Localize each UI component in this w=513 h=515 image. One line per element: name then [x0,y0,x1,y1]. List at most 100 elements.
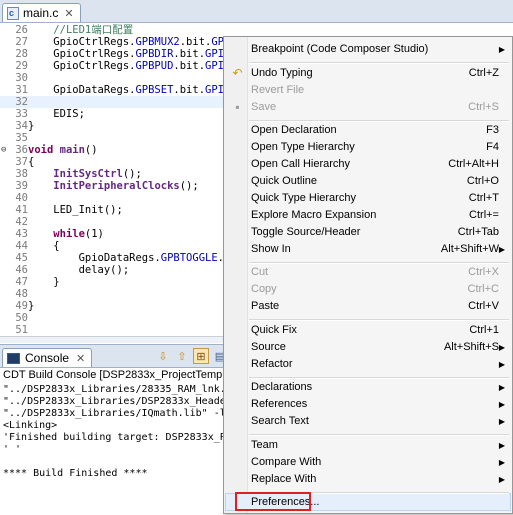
menu-item-open-declaration[interactable]: Open Declaration F3 [225,122,511,139]
menu-item-shortcut: Ctrl+Z [468,67,499,79]
menu-item-paste[interactable]: Paste Ctrl+V [225,298,511,315]
line-number: 30 [15,72,28,84]
line-number: 34 [15,120,28,132]
code-token: } [28,120,35,132]
code-text: { [28,240,59,252]
console-output[interactable]: "../DSP2833x_Libraries/28335_RAM_lnk.cmd… [3,384,244,480]
code-text: } [28,276,59,288]
code-text: //LED1端口配置 [28,24,133,36]
code-token: LED_Init(); [28,204,123,216]
code-token: .bit. [173,60,206,72]
menu-item-shortcut: Ctrl+= [469,209,499,221]
menu-item-refactor[interactable]: Refactor ▶ [225,356,511,373]
editor-tab-main-c[interactable]: c main.c ✕ [2,3,81,22]
code-text: LED_Init(); [28,204,123,216]
menu-separator [249,319,509,321]
submenu-arrow-icon: ▶ [498,245,505,254]
preferences-annotation-box [235,492,311,511]
scroll-up-icon[interactable]: ⇧ [174,348,190,364]
menu-item-open-type-hierarchy[interactable]: Open Type Hierarchy F4 [225,139,511,156]
menu-item-label: Replace With [251,473,317,485]
menu-item-save[interactable]: ▪ Save Ctrl+S [225,99,511,116]
code-text: } [28,120,34,132]
code-token: GpioCtrlRegs. [28,48,136,60]
menu-item-replace-with[interactable]: Replace With ▶ [225,471,511,488]
menu-item-label: References [251,398,308,410]
code-token: } [28,300,35,312]
line-number: 33 [15,108,28,120]
code-token: (1) [84,228,104,240]
menu-item-label: Compare With [251,456,322,468]
save-icon: ▪ [235,100,240,114]
menu-item-toggle-source-header[interactable]: Toggle Source/Header Ctrl+Tab [225,224,511,241]
menu-item-undo-typing[interactable]: ↶ Undo Typing Ctrl+Z [225,65,511,82]
menu-item-cut[interactable]: Cut Ctrl+X [225,264,511,281]
menu-item-label: Declarations [251,381,313,393]
menu-item-shortcut: F4 [486,141,499,153]
line-number: 42 [15,216,28,228]
submenu-arrow-icon: ▶ [498,417,505,426]
code-text: GpioDataRegs.GPBSET.bit.GPIO60=1 [28,84,255,96]
code-token: .bit. [179,36,212,48]
menu-item-quick-type-hierarchy[interactable]: Quick Type Hierarchy Ctrl+T [225,190,511,207]
submenu-arrow-icon: ▶ [498,45,505,54]
menu-item-show-in[interactable]: Show In Alt+Shift+W ▶ [225,241,511,258]
menu-item-label: Show In [251,243,291,255]
menu-item-explore-macro-expansion[interactable]: Explore Macro Expansion Ctrl+= [225,207,511,224]
line-number: 46 [15,264,28,276]
menu-item-label: Explore Macro Expansion [251,209,377,221]
menu-item-shortcut: Ctrl+T [468,192,499,204]
submenu-arrow-icon: ▶ [498,343,505,352]
menu-item-label: Paste [251,300,280,312]
scroll-down-icon[interactable]: ⇩ [155,348,171,364]
menu-item-label: Quick Type Hierarchy [251,192,356,204]
menu-item-revert-file[interactable]: Revert File [225,82,511,99]
menu-item-compare-with[interactable]: Compare With ▶ [225,454,511,471]
code-text: } [28,300,34,312]
context-menu: Breakpoint (Code Composer Studio) ▶ ↶ Undo … [223,36,513,514]
console-tab-label: Console [25,351,70,365]
code-token: GPBDIR [135,48,174,60]
code-token: .bit. [173,48,206,60]
menu-item-label: Quick Fix [251,324,297,336]
code-text: GpioCtrlRegs.GPBPUD.bit.GPIO60=0 [28,60,255,72]
menu-item-breakpoint-code-composer-studio[interactable]: Breakpoint (Code Composer Studio) ▶ [225,41,511,58]
menu-item-open-call-hierarchy[interactable]: Open Call Hierarchy Ctrl+Alt+H [225,156,511,173]
line-number: 38 [15,168,28,180]
code-text: InitSysCtrl(); [28,168,142,180]
fold-toggle-icon[interactable]: ⊖ [1,144,11,156]
line-number: 29 [15,60,28,72]
submenu-arrow-icon: ▶ [498,400,505,409]
code-text: GpioCtrlRegs.GPBDIR.bit.GPIO60=1 [28,48,255,60]
menu-item-copy[interactable]: Copy Ctrl+C [225,281,511,298]
code-token: GpioDataRegs. [28,84,136,96]
pin-console-icon[interactable]: ⊞ [193,348,209,364]
code-text: GpioDataRegs.GPBTOGGLE.bit.G [28,252,256,264]
menu-item-shortcut: F3 [486,124,499,136]
code-line[interactable]: 26 //LED1端口配置 [0,24,513,36]
console-line: "../DSP2833x_Libraries/28335_RAM_lnk.cmd [3,384,244,395]
menu-item-references[interactable]: References ▶ [225,396,511,413]
menu-item-label: Copy [251,283,277,295]
line-number: 36 [15,144,28,156]
code-token: GPBSET [135,84,174,96]
line-number: 28 [15,48,28,60]
tab-console[interactable]: Console ✕ [2,348,93,367]
menu-item-shortcut: Ctrl+X [468,266,499,278]
code-token: (); [122,168,142,180]
menu-item-shortcut: Ctrl+O [466,175,499,187]
editor-tab-label: main.c [23,6,59,20]
console-line: **** Build Finished **** [3,468,148,479]
menu-item-quick-outline[interactable]: Quick Outline Ctrl+O [225,173,511,190]
console-line: <Linking> [3,420,58,431]
close-icon[interactable]: ✕ [64,7,73,20]
menu-item-quick-fix[interactable]: Quick Fix Ctrl+1 [225,322,511,339]
menu-item-team[interactable]: Team ▶ [225,437,511,454]
menu-item-declarations[interactable]: Declarations ▶ [225,379,511,396]
menu-item-label: Save [251,101,277,113]
close-icon[interactable]: ✕ [76,352,85,365]
menu-item-source[interactable]: Source Alt+Shift+S ▶ [225,339,511,356]
line-number: 44 [15,240,28,252]
code-token: EDIS; [28,108,85,120]
menu-item-search-text[interactable]: Search Text ▶ [225,413,511,430]
